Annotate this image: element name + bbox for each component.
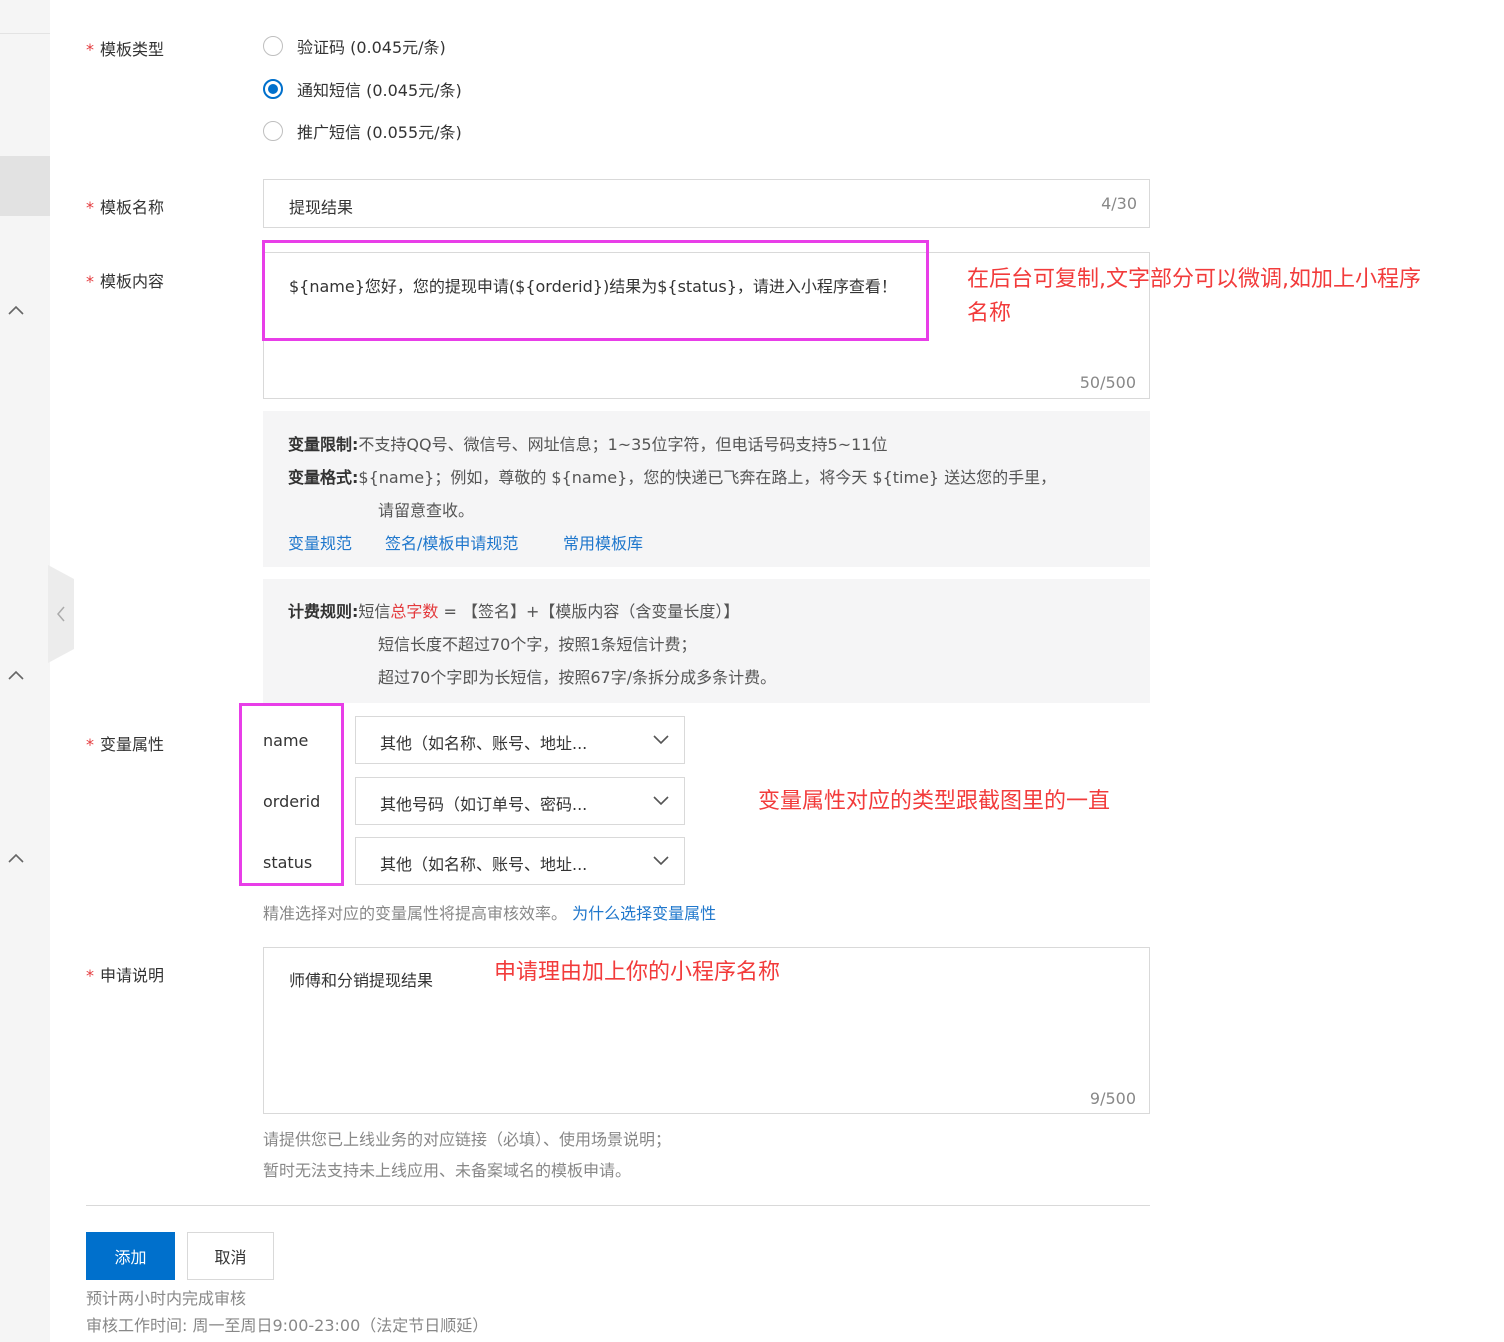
select-value: 其他号码（如订单号、密码... (380, 795, 588, 814)
annotation-variable-note: 变量属性对应的类型跟截图里的一直 (758, 789, 1111, 814)
signature-template-spec-link[interactable]: 签名/模板申请规范 (385, 530, 518, 554)
application-note-hint-1: 请提供您已上线业务的对应链接（必填）、使用场景说明； (263, 1130, 672, 1149)
application-note-label: * 申请说明 (86, 966, 165, 985)
billing-rule-line-3: 超过70个字即为长短信，按照67字/条拆分成多条计费。 (378, 668, 777, 687)
billing-rule-line: 计费规则:短信总字数 = 【签名】+【模版内容（含变量长度）】 (288, 602, 740, 621)
variable-type-select[interactable]: 其他（如名称、账号、地址... (355, 716, 685, 764)
variable-spec-link[interactable]: 变量规范 (288, 530, 352, 554)
left-sidebar (0, 0, 50, 1342)
radio-label: 推广短信 (0.055元/条) (297, 123, 462, 142)
required-marker: * (86, 966, 94, 985)
billing-rule-line-2: 短信长度不超过70个字，按照1条短信计费； (378, 635, 697, 654)
template-name-counter: 4/30 (1101, 194, 1137, 213)
radio-circle-checked[interactable] (263, 79, 283, 99)
variable-format-line-2: 请留意查收。 (378, 501, 475, 520)
template-content-label: * 模板内容 (86, 272, 165, 291)
annotation-content-note: 在后台可复制,文字部分可以微调,如加上小程序 名称 (967, 267, 1421, 326)
annotation-application-note: 申请理由加上你的小程序名称 (494, 960, 781, 985)
template-name-value: 提现结果 (289, 198, 354, 217)
why-variable-attrs-link[interactable]: 为什么选择变量属性 (572, 904, 716, 923)
template-name-label: * 模板名称 (86, 198, 165, 217)
review-hours-text: 审核工作时间: 周一至周日9:00-23:00（法定节日顺延） (86, 1316, 489, 1335)
sidebar-active-item[interactable] (0, 156, 50, 216)
annotation-box-template-content (262, 240, 929, 341)
template-content-counter: 50/500 (1079, 373, 1136, 392)
chevron-down-icon (653, 735, 669, 745)
radio-label: 通知短信 (0.045元/条) (297, 81, 462, 100)
sidebar-divider (0, 33, 50, 34)
application-note-counter: 9/500 (1089, 1089, 1136, 1108)
annotation-box-variable-names (239, 703, 344, 886)
common-template-library-link[interactable]: 常用模板库 (563, 530, 643, 554)
chevron-up-icon[interactable] (6, 850, 26, 864)
variable-format-line: 变量格式:${name}；例如，尊敬的 ${name}，您的快递已飞奔在路上，将… (288, 468, 1057, 487)
required-marker: * (86, 735, 94, 754)
chevron-up-icon[interactable] (6, 667, 26, 681)
template-name-input[interactable]: 提现结果 4/30 (263, 179, 1150, 228)
radio-label: 验证码 (0.045元/条) (297, 38, 446, 57)
chevron-down-icon (653, 856, 669, 866)
radio-promotion-sms[interactable]: 推广短信 (0.055元/条) (263, 119, 462, 143)
required-marker: * (86, 272, 94, 291)
radio-notification-sms[interactable]: 通知短信 (0.045元/条) (263, 77, 462, 101)
application-note-hint-2: 暂时无法支持未上线应用、未备案域名的模板申请。 (263, 1161, 632, 1180)
variable-type-select[interactable]: 其他（如名称、账号、地址... (355, 837, 685, 885)
divider (86, 1205, 1150, 1206)
variable-attrs-hint: 精准选择对应的变量属性将提高审核效率。 为什么选择变量属性 (263, 904, 717, 923)
radio-verification-code[interactable]: 验证码 (0.045元/条) (263, 34, 446, 58)
billing-info-panel: 计费规则:短信总字数 = 【签名】+【模版内容（含变量长度）】 短信长度不超过7… (263, 579, 1150, 703)
variable-attrs-label: * 变量属性 (86, 735, 165, 754)
select-value: 其他（如名称、账号、地址... (380, 855, 588, 874)
collapse-sidebar-button[interactable] (48, 565, 76, 663)
required-marker: * (86, 198, 94, 217)
variable-limit-line: 变量限制:不支持QQ号、微信号、网址信息；1~35位字符，但电话号码支持5~11… (288, 435, 888, 454)
cancel-button[interactable]: 取消 (187, 1232, 274, 1280)
chevron-down-icon (653, 796, 669, 806)
required-marker: * (86, 40, 94, 59)
add-button[interactable]: 添加 (86, 1232, 175, 1280)
template-type-label: * 模板类型 (86, 40, 165, 59)
radio-circle[interactable] (263, 121, 283, 141)
select-value: 其他（如名称、账号、地址... (380, 734, 588, 753)
review-time-text: 预计两小时内完成审核 (86, 1289, 247, 1308)
variable-info-panel: 变量限制:不支持QQ号、微信号、网址信息；1~35位字符，但电话号码支持5~11… (263, 411, 1150, 567)
radio-circle[interactable] (263, 36, 283, 56)
application-note-value: 师傅和分销提现结果 (289, 971, 434, 990)
chevron-up-icon[interactable] (6, 302, 26, 316)
variable-type-select[interactable]: 其他号码（如订单号、密码... (355, 777, 685, 825)
